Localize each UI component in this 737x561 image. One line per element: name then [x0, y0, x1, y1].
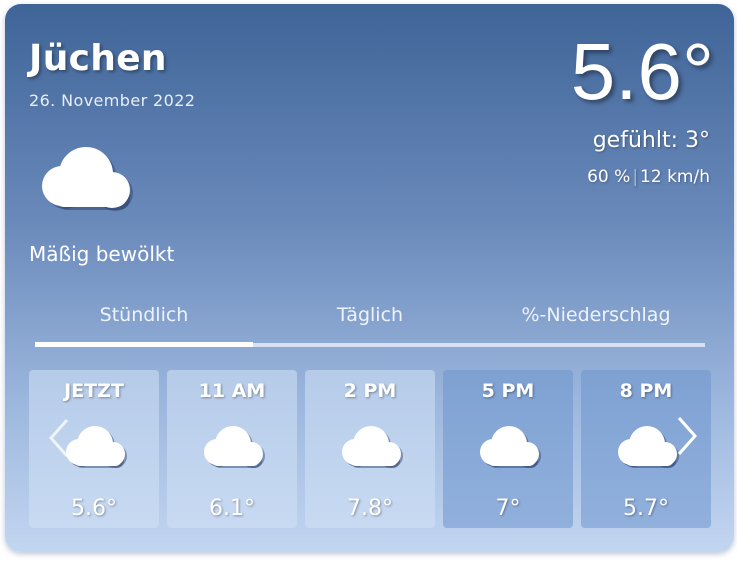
hour-card[interactable]: 5 PM 7° — [443, 370, 573, 528]
hour-card[interactable]: 2 PM 7.8° — [305, 370, 435, 528]
city-name: Jüchen — [29, 38, 167, 79]
humidity-wind: 60 % | 12 km/h — [587, 167, 710, 187]
tab-indicator-track — [35, 342, 705, 347]
chevron-right-icon[interactable] — [673, 414, 701, 458]
cloud-icon — [42, 147, 133, 211]
hour-label: 2 PM — [343, 380, 397, 402]
tab-active-indicator — [35, 342, 253, 347]
cloud-icon — [480, 426, 541, 468]
hour-temperature: 7.8° — [347, 496, 393, 521]
tab-hourly[interactable]: Stündlich — [35, 304, 253, 326]
hour-temperature: 6.1° — [209, 496, 255, 521]
tab-daily[interactable]: Täglich — [261, 304, 479, 326]
humidity-value: 60 % — [587, 167, 631, 187]
cloud-icon — [618, 426, 679, 468]
cloud-icon — [342, 426, 403, 468]
hour-temperature: 7° — [495, 496, 521, 521]
hour-card[interactable]: 11 AM 6.1° — [167, 370, 297, 528]
wind-value: 12 km/h — [640, 167, 710, 187]
hour-temperature: 5.7° — [623, 496, 669, 521]
hour-label: 5 PM — [481, 380, 535, 402]
weather-card: Jüchen 26. November 2022 5.6° gefühlt: 3… — [5, 4, 734, 552]
feels-like: gefühlt: 3° — [592, 128, 710, 153]
chevron-left-icon[interactable] — [45, 416, 73, 460]
current-temperature: 5.6° — [570, 27, 714, 116]
tab-precipitation[interactable]: %-Niederschlag — [487, 304, 705, 326]
hour-temperature: 5.6° — [71, 496, 117, 521]
cloud-icon — [204, 426, 265, 468]
separator: | — [632, 167, 639, 187]
hour-label: JETZT — [64, 380, 124, 402]
hour-label: 11 AM — [198, 380, 266, 402]
hourly-forecast: JETZT 5.6° 11 AM 6.1° 2 PM 7.8° 5 PM 7° … — [29, 370, 713, 530]
hour-label: 8 PM — [619, 380, 673, 402]
condition-text: Mäßig bewölkt — [29, 242, 175, 266]
date-label: 26. November 2022 — [29, 91, 196, 110]
